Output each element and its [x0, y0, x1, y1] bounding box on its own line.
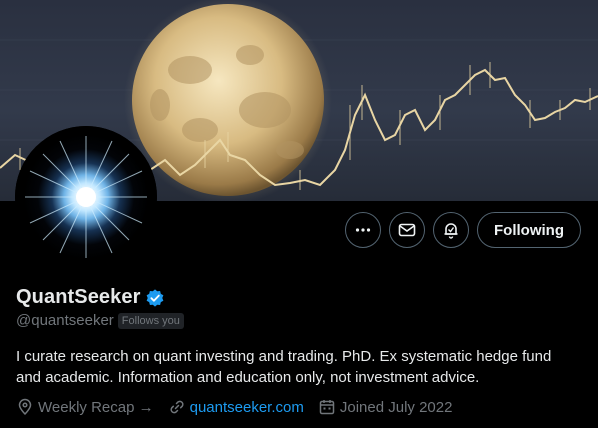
message-button[interactable] — [389, 212, 425, 248]
profile-name-row: QuantSeeker — [16, 286, 165, 309]
location-text: Weekly Recap → — [38, 398, 154, 416]
location-item: Weekly Recap → — [16, 398, 154, 416]
bell-subscribed-icon — [444, 223, 458, 239]
starburst-icon — [25, 136, 147, 258]
follows-you-badge: Follows you — [117, 312, 184, 329]
location-pin-icon — [18, 398, 32, 416]
following-button[interactable]: Following — [477, 212, 581, 248]
more-dots-icon — [355, 228, 371, 232]
verified-badge-icon[interactable] — [145, 288, 165, 308]
link-icon — [170, 400, 184, 414]
envelope-icon — [398, 223, 416, 237]
profile-meta: Weekly Recap → quantseeker.com Joined Ju… — [16, 398, 466, 416]
profile-bio: I curate research on quant investing and… — [16, 348, 552, 386]
notifications-button[interactable] — [433, 212, 469, 248]
joined-item: Joined July 2022 — [318, 398, 453, 416]
joined-text: Joined July 2022 — [339, 398, 453, 416]
calendar-icon — [319, 400, 335, 415]
website-item: quantseeker.com — [168, 398, 304, 416]
website-link[interactable]: quantseeker.com — [190, 399, 304, 416]
avatar[interactable] — [15, 126, 157, 268]
username-handle: @quantseeker — [16, 312, 114, 329]
display-name: QuantSeeker — [16, 286, 141, 308]
handle-row: @quantseeker Follows you — [16, 312, 184, 329]
more-button[interactable] — [345, 212, 381, 248]
